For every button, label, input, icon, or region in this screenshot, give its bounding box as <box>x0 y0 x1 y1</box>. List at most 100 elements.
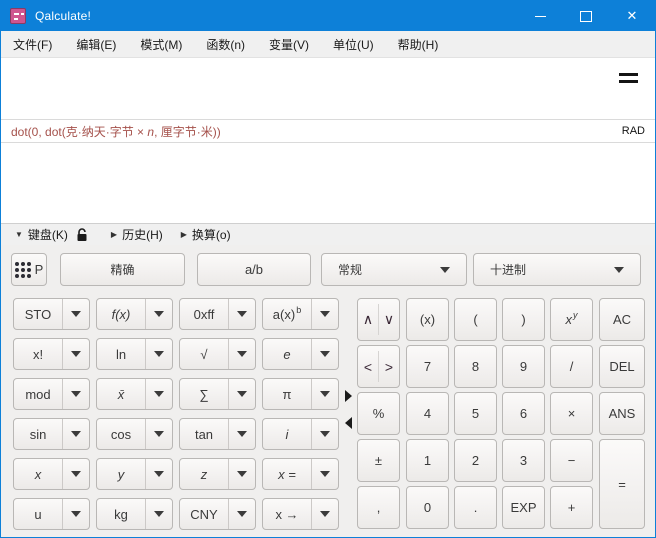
key-e[interactable]: e <box>262 338 339 370</box>
key-fx-dropdown[interactable] <box>145 299 172 329</box>
menu-mode[interactable]: 模式(M) <box>128 31 194 57</box>
key-sum-dropdown[interactable] <box>228 379 255 409</box>
key-unit-u[interactable]: u <box>13 498 90 530</box>
menu-file[interactable]: 文件(F) <box>1 31 64 57</box>
key-divide[interactable]: / <box>550 345 593 388</box>
key-axb-dropdown[interactable] <box>311 299 338 329</box>
key-ln[interactable]: ln <box>96 338 173 370</box>
menu-help[interactable]: 帮助(H) <box>386 31 451 57</box>
key-x-equals[interactable]: x = <box>262 458 339 490</box>
key-del[interactable]: DEL <box>599 345 645 388</box>
key-pi[interactable]: π <box>262 378 339 410</box>
menu-variables[interactable]: 变量(V) <box>257 31 321 57</box>
key-comma[interactable]: , <box>357 486 400 529</box>
key-var-z[interactable]: z <box>179 458 256 490</box>
close-button[interactable]: ✕ <box>609 1 655 31</box>
menu-hamburger-icon[interactable] <box>619 73 638 87</box>
key-sto-dropdown[interactable] <box>62 299 89 329</box>
key-mod[interactable]: mod <box>13 378 90 410</box>
key-sum[interactable]: ∑ <box>179 378 256 410</box>
key-var-y-dropdown[interactable] <box>145 459 172 489</box>
key-sin-dropdown[interactable] <box>62 419 89 449</box>
key-convert-to[interactable]: x → <box>262 498 339 530</box>
minimize-button[interactable] <box>517 1 563 31</box>
menu-functions[interactable]: 函数(n) <box>194 31 257 57</box>
key-fx[interactable]: f(x) <box>96 298 173 330</box>
key-percent[interactable]: % <box>357 392 400 435</box>
key-left-right[interactable]: <> <box>357 345 400 388</box>
key-7[interactable]: 7 <box>406 345 449 388</box>
key-1[interactable]: 1 <box>406 439 449 482</box>
key-currency-cny-dropdown[interactable] <box>228 499 255 529</box>
key-0[interactable]: 0 <box>406 486 449 529</box>
expand-right-icon[interactable] <box>345 390 352 402</box>
key-unit-kg[interactable]: kg <box>96 498 173 530</box>
key-mod-dropdown[interactable] <box>62 379 89 409</box>
key-ln-dropdown[interactable] <box>145 339 172 369</box>
key-rparen[interactable]: ) <box>502 298 545 341</box>
key-pi-dropdown[interactable] <box>311 379 338 409</box>
key-axb[interactable]: a(x)b <box>262 298 339 330</box>
key-var-z-dropdown[interactable] <box>228 459 255 489</box>
key-ans[interactable]: ANS <box>599 392 645 435</box>
key-decimal-point[interactable]: . <box>454 486 497 529</box>
fraction-mode-button[interactable]: a/b <box>197 253 311 286</box>
key-3[interactable]: 3 <box>502 439 545 482</box>
section-history[interactable]: ▶ 历史(H) <box>111 226 163 243</box>
key-mean-dropdown[interactable] <box>145 379 172 409</box>
keypad-mode-button[interactable]: P <box>11 253 47 286</box>
key-x-equals-dropdown[interactable] <box>311 459 338 489</box>
key-add[interactable]: + <box>550 486 593 529</box>
number-base-dropdown[interactable]: 十进制 <box>473 253 641 286</box>
key-var-x-dropdown[interactable] <box>62 459 89 489</box>
expression-input[interactable] <box>1 58 655 119</box>
key-lparen[interactable]: ( <box>454 298 497 341</box>
key-cos-dropdown[interactable] <box>145 419 172 449</box>
key-e-dropdown[interactable] <box>311 339 338 369</box>
key-unit-kg-dropdown[interactable] <box>145 499 172 529</box>
key-8[interactable]: 8 <box>454 345 497 388</box>
key-equals[interactable]: = <box>599 439 645 529</box>
key-power[interactable]: xy <box>550 298 593 341</box>
menu-edit[interactable]: 编辑(E) <box>64 31 128 57</box>
key-hex-dropdown[interactable] <box>228 299 255 329</box>
key-var-y[interactable]: y <box>96 458 173 490</box>
key-i-dropdown[interactable] <box>311 419 338 449</box>
key-5[interactable]: 5 <box>454 392 497 435</box>
key-ac[interactable]: AC <box>599 298 645 341</box>
key-factorial[interactable]: x! <box>13 338 90 370</box>
maximize-button[interactable] <box>563 1 609 31</box>
key-mean[interactable]: x̄ <box>96 378 173 410</box>
key-convert-to-dropdown[interactable] <box>311 499 338 529</box>
key-tan-dropdown[interactable] <box>228 419 255 449</box>
key-subtract[interactable]: − <box>550 439 593 482</box>
key-2[interactable]: 2 <box>454 439 497 482</box>
key-9[interactable]: 9 <box>502 345 545 388</box>
key-i[interactable]: i <box>262 418 339 450</box>
key-unit-u-dropdown[interactable] <box>62 499 89 529</box>
collapse-left-icon[interactable] <box>345 417 352 429</box>
key-sqrt[interactable]: √ <box>179 338 256 370</box>
keyboard-lock-icon[interactable] <box>76 228 89 242</box>
key-var-x[interactable]: x <box>13 458 90 490</box>
key-6[interactable]: 6 <box>502 392 545 435</box>
key-multiply[interactable]: × <box>550 392 593 435</box>
menu-units[interactable]: 单位(U) <box>321 31 386 57</box>
key-tan[interactable]: tan <box>179 418 256 450</box>
key-factorial-dropdown[interactable] <box>62 339 89 369</box>
key-sto[interactable]: STO <box>13 298 90 330</box>
key-exp[interactable]: EXP <box>502 486 545 529</box>
app-icon[interactable] <box>10 8 26 24</box>
angle-mode-indicator[interactable]: RAD <box>622 125 645 137</box>
key-sin[interactable]: sin <box>13 418 90 450</box>
display-mode-dropdown[interactable]: 常规 <box>321 253 467 286</box>
key-up-down[interactable]: ∧∨ <box>357 298 400 341</box>
exact-mode-button[interactable]: 精确 <box>60 253 185 286</box>
key-hex[interactable]: 0xff <box>179 298 256 330</box>
key-paren-x[interactable]: (x) <box>406 298 449 341</box>
key-sqrt-dropdown[interactable] <box>228 339 255 369</box>
key-cos[interactable]: cos <box>96 418 173 450</box>
section-conversion[interactable]: ▶ 换算(o) <box>181 226 231 243</box>
key-4[interactable]: 4 <box>406 392 449 435</box>
key-currency-cny[interactable]: CNY <box>179 498 256 530</box>
